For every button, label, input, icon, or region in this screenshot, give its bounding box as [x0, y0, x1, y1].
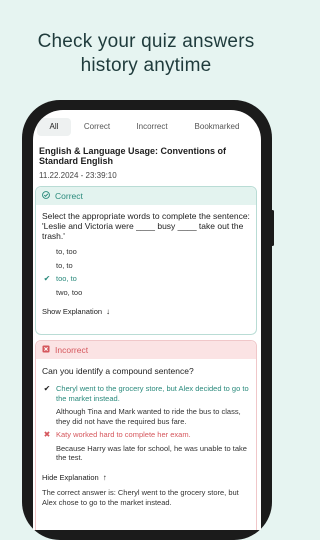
status-label: Correct — [55, 191, 83, 201]
answer-text: Katy worked hard to complete her exam. — [56, 430, 191, 439]
answer-option-selected-wrong: ✖ Katy worked hard to complete her exam. — [42, 430, 250, 440]
arrow-up-icon: ↑ — [102, 472, 107, 482]
answer-option: to, too — [42, 247, 250, 257]
headline-line-1: Check your quiz answers — [37, 31, 255, 52]
check-circle-icon — [42, 187, 52, 205]
status-label: Incorrect — [55, 345, 89, 355]
arrow-down-icon: ↓ — [106, 307, 111, 316]
explanation-text: The correct answer is: Cheryl went to th… — [42, 487, 239, 507]
question-text: Select the appropriate words to complete… — [42, 211, 250, 241]
x-mark-icon: ✖ — [43, 430, 51, 439]
hide-explanation-label: Hide Explanation — [42, 472, 99, 482]
answer-option: two, too — [42, 288, 250, 298]
status-header-incorrect: Incorrect — [36, 341, 256, 359]
answer-option: Although Tina and Mark wanted to ride th… — [42, 407, 250, 426]
answer-option-selected-correct: ✔ too, to — [42, 274, 250, 284]
checkmark-icon: ✔ — [43, 274, 51, 283]
phone-screen: All Correct Incorrect Bookmarked English… — [33, 110, 261, 530]
quiz-date: 11.22.2024 - 23:39:10 — [39, 171, 117, 180]
answer-option-correct: ✔ Cheryl went to the grocery store, but A… — [42, 384, 250, 403]
answer-option: Because Harry was late for school, he wa… — [42, 444, 250, 463]
question-card-incorrect: Incorrect Can you identify a compound se… — [35, 340, 257, 530]
answer-option: to, to — [42, 261, 250, 271]
answer-list: to, too to, to ✔ too, to two, too — [36, 241, 256, 297]
tab-bookmarked[interactable]: Bookmarked — [181, 118, 253, 136]
status-header-correct: Correct — [36, 187, 256, 205]
checkmark-icon: ✔ — [43, 384, 51, 393]
question-text: Can you identify a compound sentence? — [42, 366, 194, 376]
question-card-correct: Correct Select the appropriate words to … — [35, 186, 257, 335]
tab-all[interactable]: All — [37, 118, 71, 136]
headline-line-2: history anytime — [80, 55, 212, 76]
answer-list: ✔ Cheryl went to the grocery store, but A… — [36, 376, 256, 463]
tab-correct[interactable]: Correct — [71, 118, 123, 136]
show-explanation-button[interactable]: Show Explanation ↓ — [36, 307, 256, 316]
tab-incorrect[interactable]: Incorrect — [123, 118, 181, 136]
headline: Check your quiz answers history anytime — [0, 30, 292, 78]
x-square-icon — [42, 341, 52, 359]
answer-text: Cheryl went to the grocery store, but Al… — [56, 384, 249, 403]
answer-text: too, to — [56, 274, 77, 283]
phone-side-button — [271, 210, 274, 246]
answer-text: to, too — [56, 247, 77, 256]
answer-text: two, too — [56, 287, 83, 297]
show-explanation-label: Show Explanation — [42, 307, 103, 316]
answer-text: Although Tina and Mark wanted to ride th… — [56, 407, 241, 426]
hide-explanation-button[interactable]: Hide Explanation ↑ — [36, 473, 256, 482]
answer-text: Because Harry was late for school, he wa… — [56, 443, 247, 463]
filter-tabs: All Correct Incorrect Bookmarked — [33, 118, 261, 136]
quiz-title: English & Language Usage: Conventions of… — [39, 146, 227, 166]
answer-text: to, to — [56, 260, 73, 270]
